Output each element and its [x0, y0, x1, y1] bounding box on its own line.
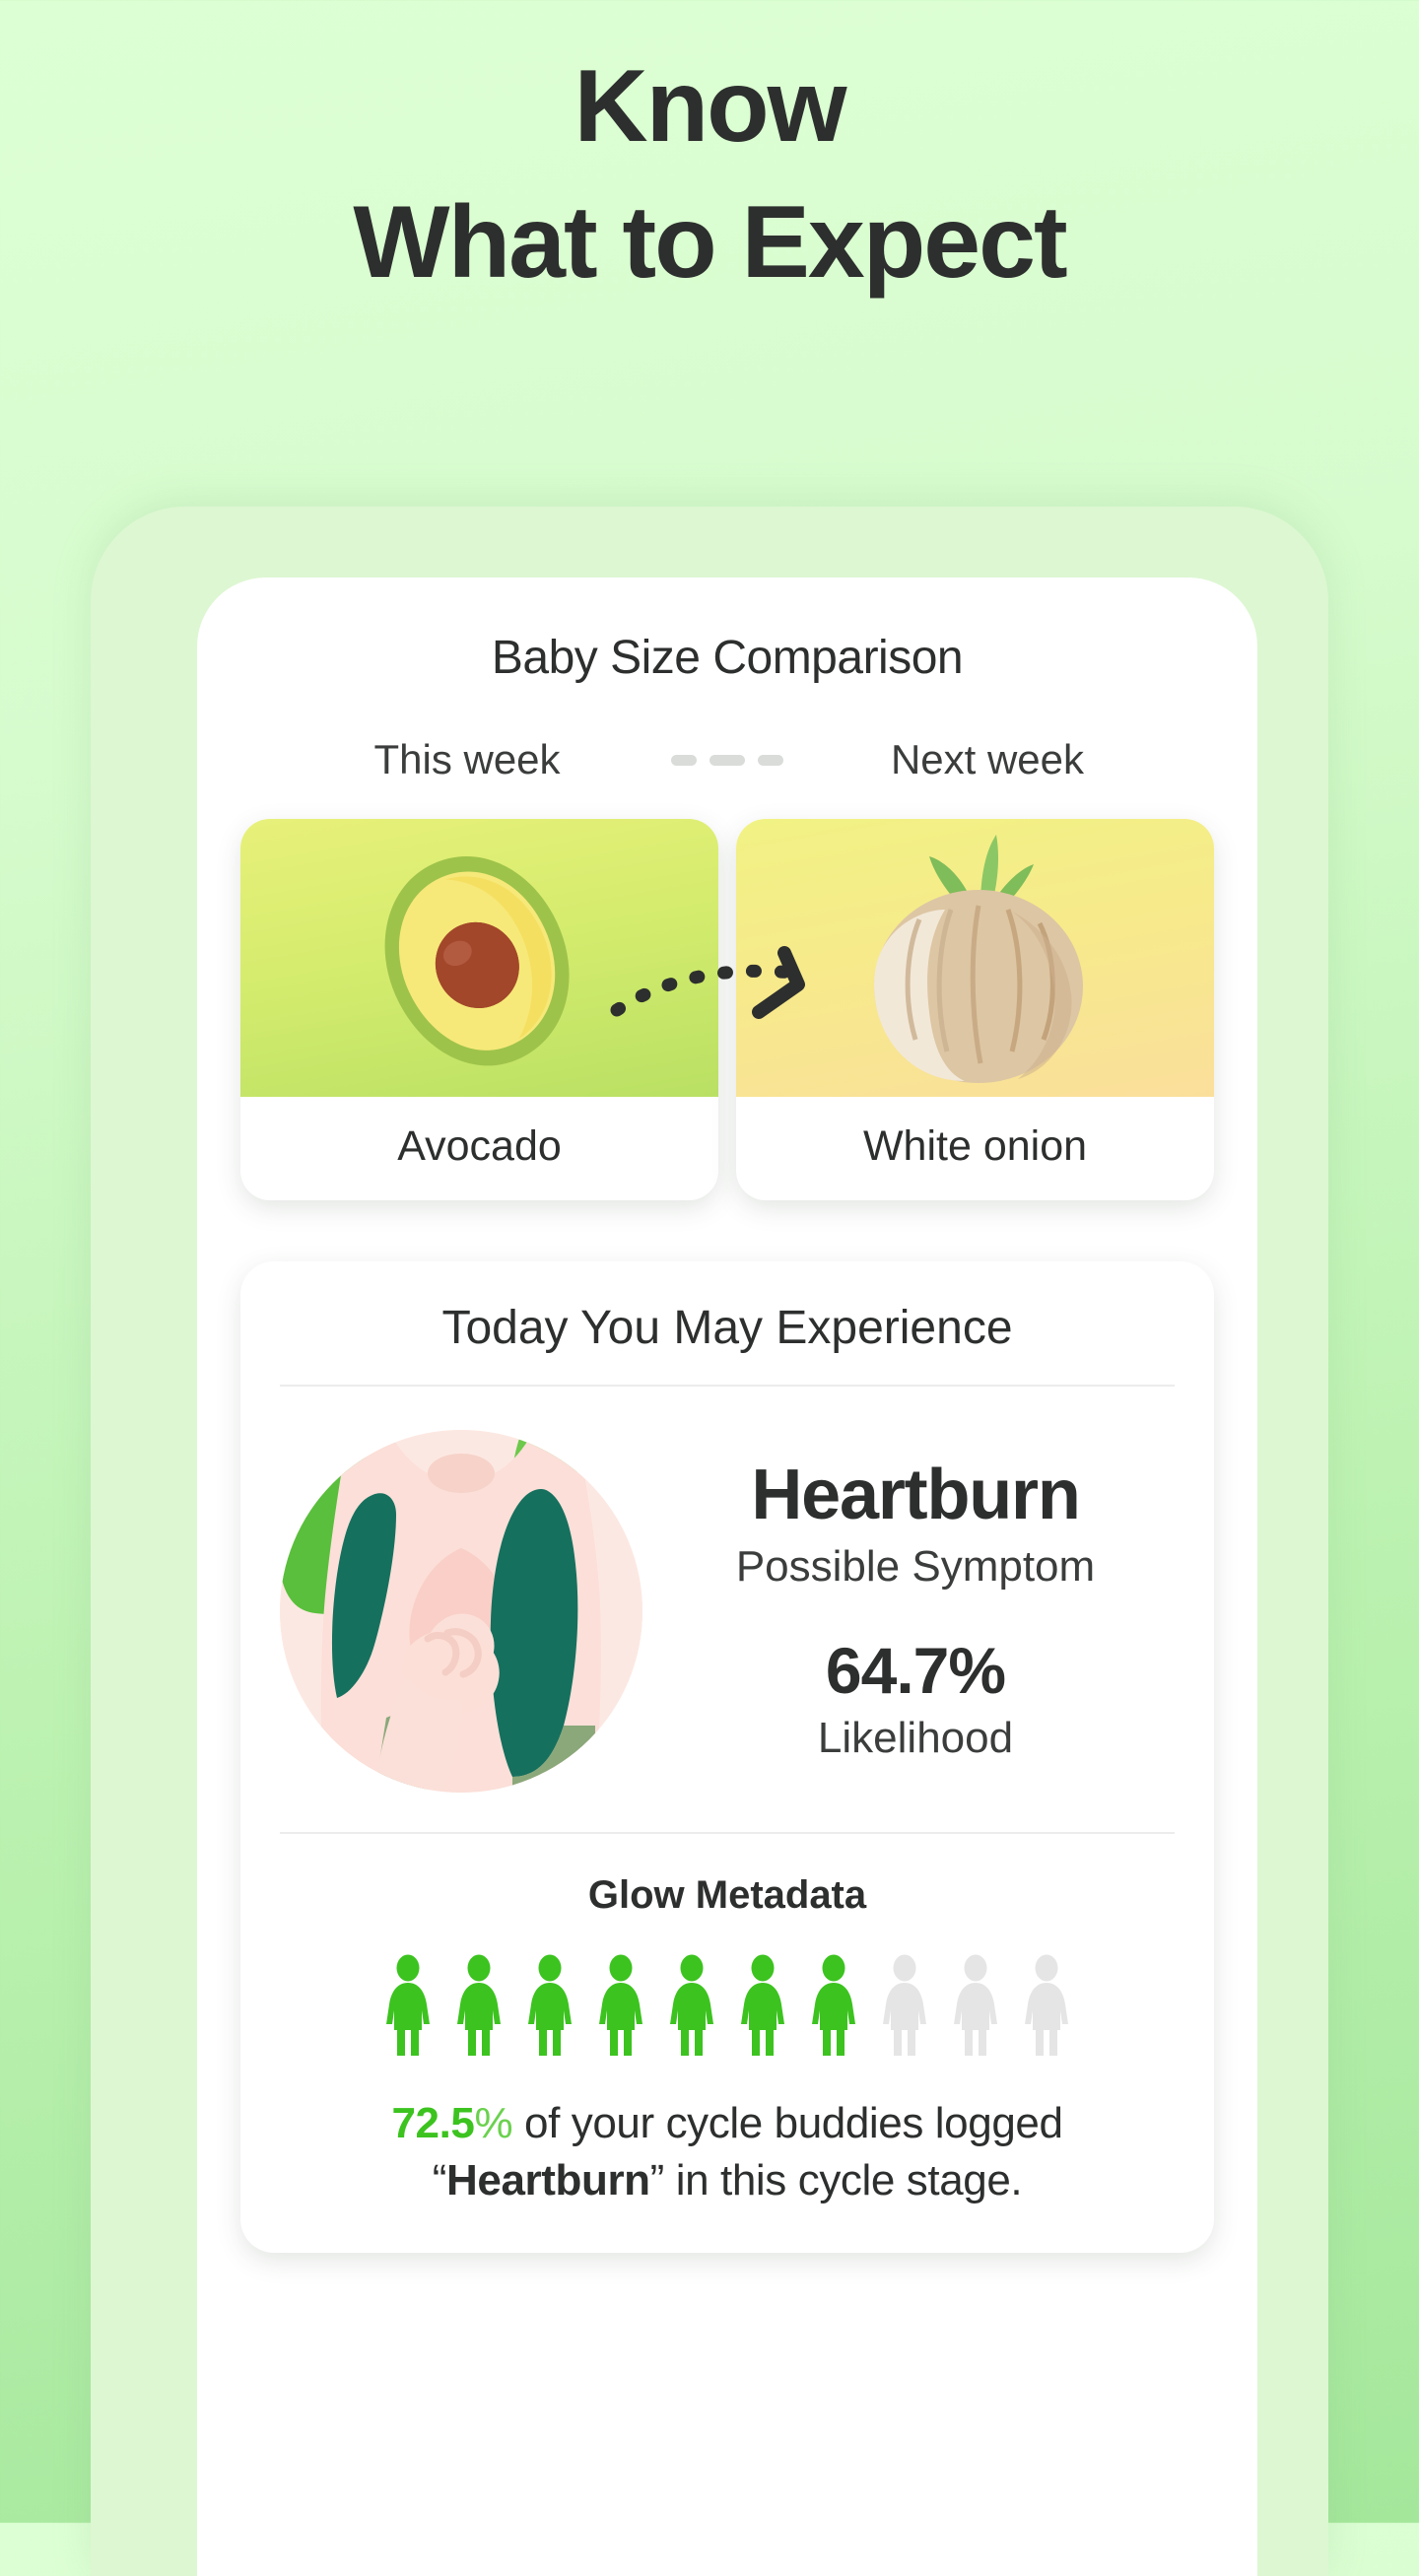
phone-screen: Baby Size Comparison This week Next week — [197, 577, 1257, 2576]
page-title: Know What to Expect — [0, 55, 1419, 294]
glow-metadata-title: Glow Metadata — [587, 1873, 867, 1917]
this-week-fruit-name: Avocado — [397, 1122, 562, 1170]
woman-holding-chest-icon — [280, 1430, 642, 1793]
symptom-details: Heartburn Possible Symptom 64.7% Likelih… — [666, 1456, 1175, 1762]
person-icon — [883, 1954, 926, 2056]
dash-segment — [710, 754, 745, 766]
avocado-illustration — [240, 819, 718, 1097]
next-week-fruit-card[interactable]: White onion — [736, 819, 1214, 1200]
dash-segment — [671, 754, 697, 766]
person-icon — [954, 1954, 997, 2056]
glow-stat-percent-sign: % — [474, 2099, 513, 2147]
this-week-label: This week — [373, 736, 561, 782]
person-icon — [386, 1954, 430, 2056]
page-title-line-2: What to Expect — [353, 185, 1067, 300]
glow-text-before: of your cycle buddies logged — [512, 2099, 1063, 2147]
symptom-section-title: Today You May Experience — [280, 1301, 1175, 1387]
symptom-name: Heartburn — [751, 1456, 1080, 1535]
symptom-illustration — [280, 1430, 642, 1793]
glow-quote-open: “ — [432, 2156, 447, 2205]
glow-text-after: in this cycle stage. — [663, 2156, 1023, 2205]
symptom-likelihood-value: 64.7% — [825, 1633, 1006, 1707]
baby-size-comparison-card: Baby Size Comparison This week Next week — [197, 577, 1257, 1200]
avocado-icon — [384, 856, 570, 1066]
white-onion-illustration — [736, 819, 1214, 1097]
person-icon — [528, 1954, 572, 2056]
symptom-body: Heartburn Possible Symptom 64.7% Likelih… — [280, 1387, 1175, 1834]
glow-metadata-text: 72.5% of your cycle buddies logged “Hear… — [280, 2095, 1175, 2209]
symptom-card: Today You May Experience Heartburn Possi… — [240, 1261, 1214, 2254]
person-icon — [457, 1954, 501, 2056]
dash-segment — [758, 754, 783, 766]
symptom-likelihood-label: Likelihood — [817, 1713, 1014, 1762]
glow-quoted-term: Heartburn — [446, 2156, 650, 2205]
person-icon — [1025, 1954, 1068, 2056]
person-icon — [741, 1954, 784, 2056]
week-separator-dashes-icon — [671, 754, 783, 766]
phone-mockup-frame: Baby Size Comparison This week Next week — [91, 507, 1328, 2576]
person-icon — [670, 1954, 713, 2056]
person-icon — [812, 1954, 855, 2056]
next-week-fruit-name: White onion — [862, 1122, 1088, 1170]
next-week-label: Next week — [890, 736, 1085, 782]
this-week-fruit-card[interactable]: Avocado — [240, 819, 718, 1200]
baby-size-title: Baby Size Comparison — [491, 632, 964, 684]
fruit-comparison-row: Avocado White onion — [240, 819, 1214, 1200]
glow-stat-value: 72.5 — [391, 2099, 475, 2147]
glow-quote-close: ” — [649, 2156, 665, 2205]
people-pictogram-chart — [280, 1953, 1175, 2056]
page-title-line-1: Know — [574, 49, 846, 164]
onion-icon — [874, 835, 1083, 1083]
week-labels-row: This week Next week — [240, 736, 1214, 783]
person-icon — [599, 1954, 642, 2056]
symptom-subtitle: Possible Symptom — [735, 1541, 1096, 1591]
